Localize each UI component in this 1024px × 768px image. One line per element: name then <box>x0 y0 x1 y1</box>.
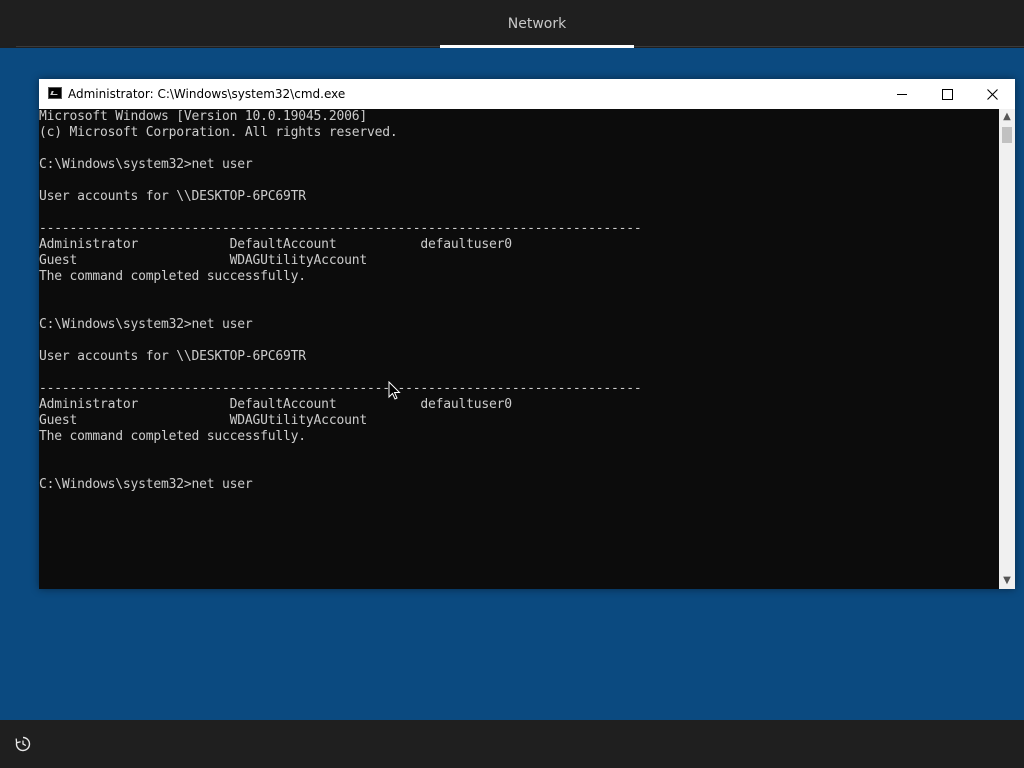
cmd-icon <box>48 87 62 99</box>
console-line: The command completed successfully. <box>39 269 306 284</box>
ease-of-access-icon[interactable] <box>14 735 32 753</box>
cmd-window[interactable]: Administrator: C:\Windows\system32\cmd.e… <box>39 79 1015 589</box>
maximize-icon <box>941 88 953 100</box>
console-line: C:\Windows\system32>net user <box>39 477 253 492</box>
minimize-icon <box>897 93 907 95</box>
console-line: Guest WDAGUtilityAccount <box>39 413 367 428</box>
console-line: User accounts for \\DESKTOP-6PC69TR <box>39 349 306 364</box>
tab-active-indicator <box>440 45 634 48</box>
console-output[interactable]: Microsoft Windows [Version 10.0.19045.20… <box>39 109 999 589</box>
minimize-button[interactable] <box>879 79 925 109</box>
close-button[interactable] <box>969 79 1015 109</box>
console-line: Guest WDAGUtilityAccount <box>39 253 367 268</box>
scroll-thumb[interactable] <box>1002 127 1012 143</box>
console-line: C:\Windows\system32>net user <box>39 157 253 172</box>
window-title: Administrator: C:\Windows\system32\cmd.e… <box>68 87 346 101</box>
close-icon <box>986 88 998 100</box>
console-line: Administrator DefaultAccount defaultuser… <box>39 397 512 412</box>
console-line: ----------------------------------------… <box>39 381 642 396</box>
console-line: User accounts for \\DESKTOP-6PC69TR <box>39 189 306 204</box>
console-line: ----------------------------------------… <box>39 221 642 236</box>
maximize-button[interactable] <box>924 79 970 109</box>
mouse-cursor-icon <box>388 381 401 400</box>
vertical-scrollbar[interactable]: ▲ ▼ <box>999 109 1015 589</box>
console-line: (c) Microsoft Corporation. All rights re… <box>39 125 398 140</box>
console-line: Administrator DefaultAccount defaultuser… <box>39 237 512 252</box>
cmd-titlebar[interactable]: Administrator: C:\Windows\system32\cmd.e… <box>39 79 1015 109</box>
scroll-down-icon[interactable]: ▼ <box>999 573 1015 589</box>
tab-network[interactable]: Network <box>440 0 634 48</box>
console-line: C:\Windows\system32>net user <box>39 317 253 332</box>
oobe-footer <box>0 720 1024 768</box>
scroll-up-icon[interactable]: ▲ <box>999 109 1015 125</box>
console-line: Microsoft Windows [Version 10.0.19045.20… <box>39 109 367 124</box>
console-line: The command completed successfully. <box>39 429 306 444</box>
